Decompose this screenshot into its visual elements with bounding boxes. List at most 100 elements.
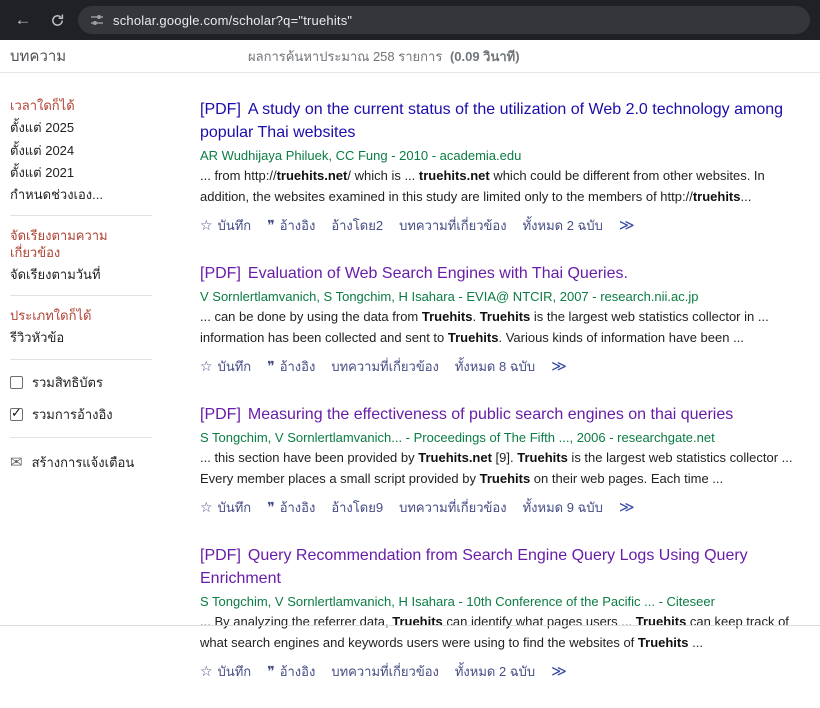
more-versions-icon[interactable]: ≫ [619, 216, 635, 234]
result-title-line: [PDF] Measuring the effectiveness of publ… [200, 403, 798, 426]
result-authors[interactable]: S Tongchim, V Sornlertlamvanich... - Pro… [200, 430, 798, 445]
save-label: บันทึก [218, 497, 252, 518]
url-text: scholar.google.com/scholar?q="truehits" [113, 13, 352, 28]
back-icon[interactable]: ← [10, 7, 36, 33]
more-versions-icon[interactable]: ≫ [551, 662, 567, 680]
result-title-link[interactable]: Query Recommendation from Search Engine … [200, 547, 748, 587]
filter-any-type[interactable]: ประเภทใดก็ได้ [10, 308, 150, 324]
search-result: [PDF] Evaluation of Web Search Engines wi… [200, 262, 798, 377]
filter-since-2021[interactable]: ตั้งแต่ 2021 [10, 165, 150, 181]
refresh-icon-glyph [50, 13, 65, 28]
include-citations-checkbox[interactable] [10, 408, 23, 421]
cited-by-link[interactable]: อ้างโดย2 [331, 215, 383, 236]
results-count-text: ผลการค้นหาประมาณ 258 รายการ [248, 49, 442, 64]
star-icon: ☆ [200, 499, 213, 516]
nav-articles[interactable]: บทความ [0, 44, 192, 68]
cite-link[interactable]: ❞ อ้างอิง [267, 215, 315, 236]
star-icon: ☆ [200, 663, 213, 680]
quote-icon: ❞ [267, 499, 275, 516]
result-authors[interactable]: V Sornlertlamvanich, S Tongchim, H Isaha… [200, 289, 798, 304]
result-snippet: ... this section have been provided by T… [200, 448, 798, 490]
related-articles-link[interactable]: บทความที่เกี่ยวข้อง [331, 661, 439, 682]
related-articles-link[interactable]: บทความที่เกี่ยวข้อง [331, 356, 439, 377]
cited-by-label: อ้างโดย2 [331, 215, 383, 236]
search-result: [PDF]A study on the current status of th… [200, 98, 798, 236]
cite-link[interactable]: ❞ อ้างอิง [267, 661, 315, 682]
save-link[interactable]: ☆ บันทึก [200, 497, 251, 518]
result-actions: ☆ บันทึก ❞ อ้างอิง บทความที่เกี่ยวข้อง ทั้งหม… [200, 661, 798, 682]
cite-label: อ้างอิง [280, 497, 316, 518]
result-title-link[interactable]: Evaluation of Web Search Engines with Th… [248, 265, 628, 282]
create-alert-button[interactable]: ✉ สร้างการแจ้งเตือน [10, 452, 192, 473]
quote-icon: ❞ [267, 663, 275, 680]
filter-since-2025[interactable]: ตั้งแต่ 2025 [10, 120, 150, 136]
filter-review-articles[interactable]: รีวิวหัวข้อ [10, 330, 150, 346]
save-label: บันทึก [218, 356, 252, 377]
envelope-icon: ✉ [10, 453, 23, 471]
site-settings-icon[interactable] [90, 13, 104, 27]
related-articles-link[interactable]: บทความที่เกี่ยวข้อง [399, 215, 507, 236]
result-title-line: [PDF]Query Recommendation from Search En… [200, 544, 798, 590]
pdf-tag[interactable]: [PDF] [200, 547, 241, 564]
result-authors[interactable]: AR Wudhijaya Philuek, CC Fung - 2010 - a… [200, 148, 798, 163]
quote-icon: ❞ [267, 358, 275, 375]
save-link[interactable]: ☆ บันทึก [200, 356, 251, 377]
cite-link[interactable]: ❞อ้างอิง [267, 356, 315, 377]
all-versions-label: ทั้งหมด 2 ฉบับ [523, 215, 603, 236]
quote-icon: ❞ [267, 217, 275, 234]
cite-link[interactable]: ❞ อ้างอิง [267, 497, 315, 518]
page-bottom-divider [0, 625, 820, 626]
create-alert-label: สร้างการแจ้งเตือน [32, 452, 135, 473]
save-link[interactable]: ☆ บันทึก [200, 661, 251, 682]
address-bar[interactable]: scholar.google.com/scholar?q="truehits" [78, 6, 810, 34]
result-title-link[interactable]: Measuring the effectiveness of public se… [248, 406, 733, 423]
filter-since-2024[interactable]: ตั้งแต่ 2024 [10, 143, 150, 159]
more-versions-icon[interactable]: ≫ [619, 498, 635, 516]
filters-sidebar: เวลาใดก็ได้ ตั้งแต่ 2025 ตั้งแต่ 2024 ตั… [0, 73, 192, 473]
refresh-icon[interactable] [44, 7, 70, 33]
include-patents-row[interactable]: รวมสิทธิบัตร [10, 372, 192, 393]
result-actions: ☆บันทึก ❞ อ้างอิง อ้างโดย2 บทความที่เกี่ยวข้… [200, 215, 798, 236]
result-title-link[interactable]: A study on the current status of the uti… [200, 101, 783, 141]
filter-custom-range[interactable]: กำหนดช่วงเอง... [10, 187, 150, 203]
cite-label: อ้างอิง [280, 661, 316, 682]
result-snippet: ... from http://truehits.net/ which is .… [200, 166, 798, 208]
include-patents-checkbox[interactable] [10, 376, 23, 389]
result-title-line: [PDF]A study on the current status of th… [200, 98, 798, 144]
cited-by-label: อ้างโดย9 [331, 497, 383, 518]
include-citations-label: รวมการอ้างอิง [32, 404, 113, 425]
cited-by-link[interactable]: อ้างโดย9 [331, 497, 383, 518]
results-time-text: (0.09 วินาที) [450, 49, 520, 64]
sidebar-divider [10, 295, 152, 296]
sort-by-relevance[interactable]: จัดเรียงตามความเกี่ยวข้อง [10, 228, 150, 261]
all-versions-link[interactable]: ทั้งหมด 9 ฉบับ [523, 497, 603, 518]
save-link[interactable]: ☆บันทึก [200, 215, 251, 236]
save-label: บันทึก [218, 661, 252, 682]
sort-by-date[interactable]: จัดเรียงตามวันที่ [10, 267, 150, 283]
related-articles-label: บทความที่เกี่ยวข้อง [331, 356, 439, 377]
content-area: เวลาใดก็ได้ ตั้งแต่ 2025 ตั้งแต่ 2024 ตั… [0, 73, 820, 708]
result-actions: ☆ บันทึก ❞อ้างอิง บทความที่เกี่ยวข้อง ทั้งหม… [200, 356, 798, 377]
search-result: [PDF] Measuring the effectiveness of publ… [200, 403, 798, 518]
results-info: ผลการค้นหาประมาณ 258 รายการ (0.09 วินาที… [248, 46, 520, 67]
all-versions-label: ทั้งหมด 9 ฉบับ [523, 497, 603, 518]
include-citations-row[interactable]: รวมการอ้างอิง [10, 404, 192, 425]
pdf-tag[interactable]: [PDF] [200, 406, 241, 423]
all-versions-link[interactable]: ทั้งหมด 8 ฉบับ [455, 356, 535, 377]
related-articles-link[interactable]: บทความที่เกี่ยวข้อง [399, 497, 507, 518]
all-versions-label: ทั้งหมด 8 ฉบับ [455, 356, 535, 377]
pdf-tag[interactable]: [PDF] [200, 265, 241, 282]
related-articles-label: บทความที่เกี่ยวข้อง [399, 215, 507, 236]
more-versions-icon[interactable]: ≫ [551, 357, 567, 375]
save-label: บันทึก [218, 215, 252, 236]
all-versions-link[interactable]: ทั้งหมด 2 ฉบับ [455, 661, 535, 682]
star-icon: ☆ [200, 358, 213, 375]
sidebar-divider [10, 437, 152, 438]
browser-toolbar: ← scholar.google.com/scholar?q="truehits… [0, 0, 820, 40]
cite-label: อ้างอิง [280, 215, 316, 236]
pdf-tag[interactable]: [PDF] [200, 101, 241, 118]
all-versions-link[interactable]: ทั้งหมด 2 ฉบับ [523, 215, 603, 236]
filter-anytime[interactable]: เวลาใดก็ได้ [10, 98, 150, 114]
result-snippet: ... can be done by using the data from T… [200, 307, 798, 349]
result-authors[interactable]: S Tongchim, V Sornlertlamvanich, H Isaha… [200, 594, 798, 609]
